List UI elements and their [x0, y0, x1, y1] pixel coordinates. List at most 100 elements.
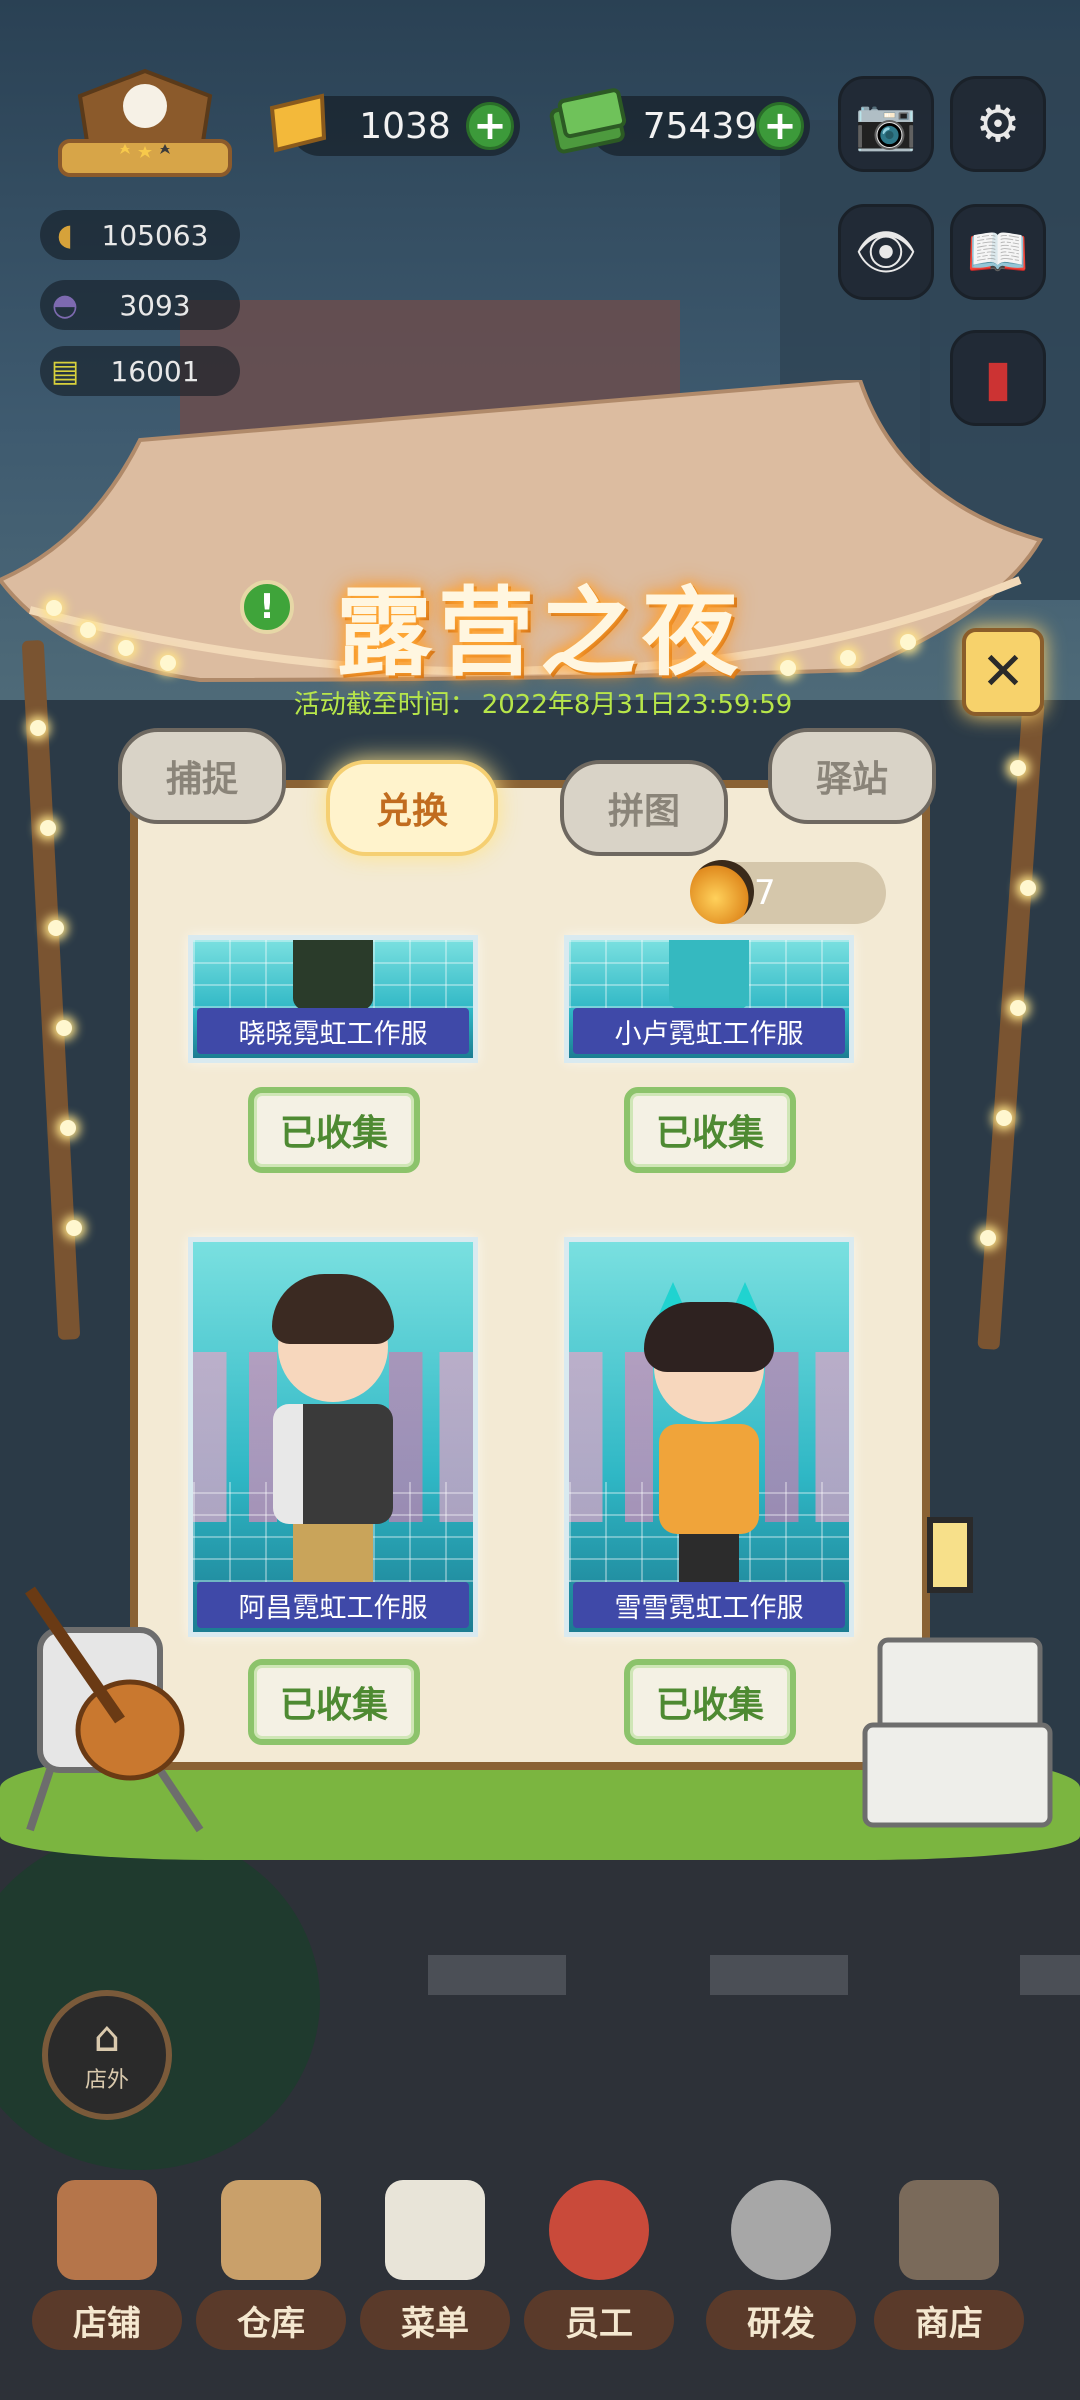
collected-button[interactable]: 已收集 — [248, 1659, 420, 1745]
guide-book-button[interactable]: 📖 — [950, 204, 1046, 300]
tab-puzzle[interactable]: 拼图 — [560, 760, 728, 856]
nav-label: 研发 — [706, 2290, 856, 2350]
string-light — [40, 820, 56, 836]
event-title: 露营之夜 — [336, 577, 744, 689]
outfit-card[interactable]: 雪雪霓虹工作服 — [564, 1237, 854, 1637]
street-marking — [428, 1955, 566, 1995]
collected-label: 已收集 — [655, 1113, 764, 1154]
go-outside-button[interactable]: ⌂ 店外 — [42, 1990, 172, 2120]
string-light — [66, 1220, 82, 1236]
firefly-icon — [690, 860, 754, 924]
character-hair — [272, 1274, 394, 1344]
go-outside-label: 店外 — [84, 2068, 129, 2093]
character-body — [273, 1404, 393, 1524]
outfit-name: 阿昌霓虹工作服 — [197, 1582, 469, 1628]
deadline-label: 活动截至时间： — [293, 690, 476, 720]
collected-label: 已收集 — [279, 1113, 388, 1154]
clipboard-menu-icon — [385, 2180, 485, 2280]
storage-boxes — [860, 1500, 1060, 1840]
tab-station-label: 驿站 — [815, 759, 888, 800]
house-icon: ⌂ — [93, 2012, 121, 2061]
stat-pot-value: 105063 — [101, 218, 209, 252]
close-icon: ✕ — [981, 642, 1025, 702]
staff-person-icon — [549, 2180, 649, 2280]
eye-icon: 👁 — [854, 222, 918, 281]
string-light — [48, 920, 64, 936]
nav-warehouse[interactable]: 仓库 — [196, 2180, 346, 2350]
string-light — [60, 1120, 76, 1136]
nav-label: 员工 — [524, 2290, 674, 2350]
stat-helmet: ◓ 3093 — [40, 280, 240, 330]
shop-front-icon — [57, 2180, 157, 2280]
outfit-card[interactable]: 小卢霓虹工作服 — [564, 935, 854, 1063]
outfit-card[interactable]: 晓晓霓虹工作服 — [188, 935, 478, 1063]
nav-menu[interactable]: 菜单 — [360, 2180, 510, 2350]
nav-label: 菜单 — [360, 2290, 510, 2350]
camera-icon: 📷 — [854, 94, 918, 153]
character-legs — [669, 940, 749, 1010]
tab-puzzle-label: 拼图 — [607, 791, 680, 832]
collected-button[interactable]: 已收集 — [624, 1087, 796, 1173]
outfit-name: 雪雪霓虹工作服 — [573, 1582, 845, 1628]
tent-post — [977, 700, 1045, 1350]
character-achang — [272, 1274, 394, 1594]
character-body — [659, 1424, 759, 1534]
nav-store[interactable]: 商店 — [874, 2180, 1024, 2350]
collected-label: 已收集 — [655, 1685, 764, 1726]
string-light — [980, 1230, 996, 1246]
gem-value: 1038 — [359, 105, 451, 147]
add-gems-button[interactable]: + — [466, 102, 514, 150]
tab-capture-label: 捕捉 — [165, 759, 238, 800]
character-xuexue — [644, 1282, 774, 1594]
help-book-icon: 📖 — [966, 222, 1030, 281]
game-scene: 1038 + 75439 + 📷 ⚙ 👁 📖 ▮ ◖ 105063 ◓ 3093… — [0, 0, 1080, 2400]
camera-button[interactable]: 📷 — [838, 76, 934, 172]
firefly-count-value: 7 — [754, 873, 776, 913]
collected-label: 已收集 — [279, 1685, 388, 1726]
outfit-name: 小卢霓虹工作服 — [573, 1008, 845, 1054]
nav-label: 仓库 — [196, 2290, 346, 2350]
tab-capture[interactable]: 捕捉 — [118, 728, 286, 824]
tab-station[interactable]: 驿站 — [768, 728, 936, 824]
tab-exchange-label: 兑换 — [375, 791, 448, 832]
tab-exchange[interactable]: 兑换 — [326, 760, 498, 856]
string-light — [1010, 1000, 1026, 1016]
string-light — [996, 1110, 1012, 1126]
deadline-value: 2022年8月31日23:59:59 — [481, 690, 793, 720]
helmet-icon: ◓ — [51, 287, 79, 323]
character-head — [644, 1282, 774, 1422]
street-marking — [1020, 1955, 1080, 1995]
nav-label: 店铺 — [32, 2290, 182, 2350]
pot-icon: ◖ — [57, 217, 73, 253]
guitar-chair — [10, 1570, 230, 1840]
gem-icon — [262, 88, 332, 158]
nav-label: 商店 — [874, 2290, 1024, 2350]
cash-value: 75439 — [642, 105, 758, 147]
string-light — [1020, 880, 1036, 896]
nav-staff[interactable]: 员工 — [524, 2180, 674, 2350]
close-button[interactable]: ✕ — [962, 628, 1044, 716]
string-light — [56, 1020, 72, 1036]
stat-pot: ◖ 105063 — [40, 210, 240, 260]
cooking-pot-icon — [731, 2180, 831, 2280]
collected-button[interactable]: 已收集 — [624, 1659, 796, 1745]
collected-button[interactable]: 已收集 — [248, 1087, 420, 1173]
nav-research[interactable]: 研发 — [706, 2180, 856, 2350]
add-cash-button[interactable]: + — [756, 102, 804, 150]
gear-icon: ⚙ — [975, 95, 1021, 153]
street-marking — [710, 1955, 848, 1995]
nav-shop-front[interactable]: 店铺 — [32, 2180, 182, 2350]
string-light — [30, 720, 46, 736]
outfit-card[interactable]: 阿昌霓虹工作服 — [188, 1237, 478, 1637]
character-head — [272, 1274, 394, 1402]
character-legs — [293, 940, 373, 1010]
character-hair — [644, 1302, 774, 1372]
view-toggle-button[interactable]: 👁 — [838, 204, 934, 300]
chef-rank-badge[interactable] — [50, 66, 240, 191]
outfit-name: 晓晓霓虹工作服 — [197, 1008, 469, 1054]
store-stall-icon — [899, 2180, 999, 2280]
event-deadline: 活动截至时间： 2022年8月31日23:59:59 — [0, 684, 1080, 721]
string-light — [1010, 760, 1026, 776]
settings-button[interactable]: ⚙ — [950, 76, 1046, 172]
stat-helmet-value: 3093 — [119, 288, 191, 322]
